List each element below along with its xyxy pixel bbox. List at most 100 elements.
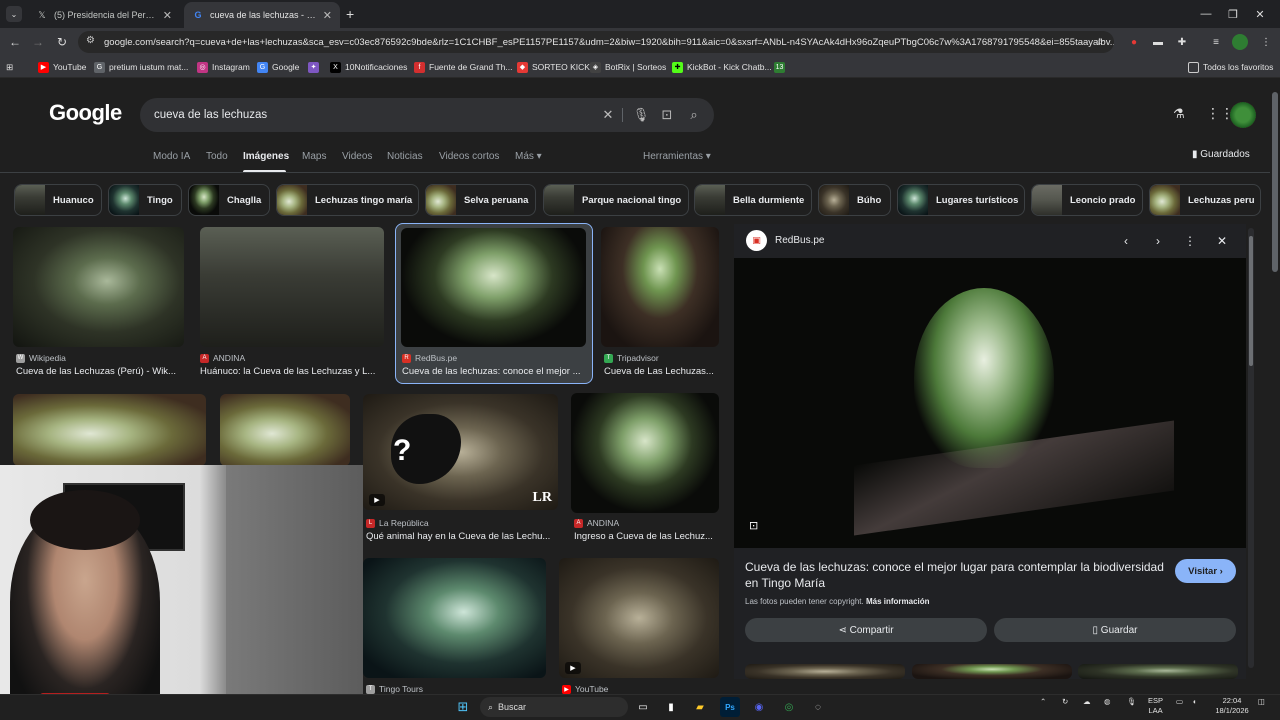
- result-image-3[interactable]: [401, 228, 586, 347]
- result-title-8[interactable]: Ingreso a Cueva de las Lechuz...: [574, 531, 719, 542]
- chip-parque-nacional-tingo[interactable]: Parque nacional tingo: [543, 184, 689, 216]
- tab-maps[interactable]: Maps: [302, 151, 326, 162]
- chip-buho[interactable]: Búho: [818, 184, 891, 216]
- related-image-3[interactable]: [1078, 664, 1238, 679]
- save-button[interactable]: ▯ Guardar: [994, 618, 1236, 642]
- chip-chaglla[interactable]: Chaglla: [188, 184, 270, 216]
- result-title-1[interactable]: Cueva de las Lechuzas (Perú) - Wik...: [16, 366, 184, 377]
- result-image-4[interactable]: [601, 227, 719, 347]
- chip-lechuzas-tingo-maria[interactable]: Lechuzas tingo maría: [276, 184, 419, 216]
- volume-icon[interactable]: ◖: [1192, 697, 1197, 707]
- reload-icon[interactable]: ↻: [52, 32, 72, 52]
- result-title-4[interactable]: Cueva de Las Lechuzas...: [604, 366, 719, 377]
- discord-icon[interactable]: ◉: [749, 697, 769, 717]
- preview-image[interactable]: [734, 258, 1246, 548]
- network-icon[interactable]: ▭: [1176, 697, 1183, 707]
- tray-cloud-icon[interactable]: ☁: [1083, 697, 1091, 707]
- visit-button[interactable]: Visitar ›: [1175, 559, 1236, 583]
- site-info-icon[interactable]: ⚙: [86, 35, 98, 47]
- bookmark-fuente-gta[interactable]: f Fuente de Grand Th...: [414, 59, 512, 75]
- preview-title[interactable]: Cueva de las lechuzas: conoce el mejor l…: [745, 559, 1165, 591]
- result-image-7[interactable]: ? LR ▶: [363, 394, 558, 510]
- app-icon[interactable]: ▮: [661, 697, 681, 717]
- taskbar-search[interactable]: ⌕ Buscar: [480, 697, 628, 717]
- more-info-link[interactable]: Más información: [866, 597, 930, 606]
- related-image-1-thumb[interactable]: [745, 664, 905, 679]
- chip-lugares-turisticos[interactable]: Lugares turísticos: [897, 184, 1025, 216]
- tab-videos-cortos[interactable]: Videos cortos: [439, 151, 499, 162]
- result-title-3[interactable]: Cueva de las lechuzas: conoce el mejor .…: [402, 366, 586, 377]
- related-image-2[interactable]: [912, 664, 1072, 679]
- extension-icon[interactable]: ▬: [1150, 34, 1166, 50]
- task-view-icon[interactable]: ▭: [633, 697, 653, 717]
- close-icon[interactable]: ✕: [323, 9, 332, 22]
- new-tab-button[interactable]: +: [346, 6, 354, 22]
- file-explorer-icon[interactable]: ▰: [690, 697, 710, 717]
- tray-sync-icon[interactable]: ↻: [1062, 697, 1068, 707]
- extension-red-icon[interactable]: ●: [1126, 34, 1142, 50]
- bookmark-instagram[interactable]: ◎ Instagram: [197, 59, 250, 75]
- all-bookmarks[interactable]: Todos los favoritos: [1188, 59, 1273, 75]
- apps-grid-icon[interactable]: ⊞: [6, 59, 13, 75]
- close-preview-icon[interactable]: ✕: [1213, 232, 1231, 250]
- language-indicator[interactable]: ESP LAA: [1148, 696, 1163, 716]
- result-image-10[interactable]: ▶: [559, 558, 719, 678]
- tray-shield-icon[interactable]: ◍: [1104, 697, 1111, 707]
- tab-todo[interactable]: Todo: [206, 151, 228, 162]
- bookmark-google[interactable]: G Google: [257, 59, 299, 75]
- close-icon[interactable]: ✕: [163, 9, 172, 22]
- preview-source[interactable]: RedBus.pe: [775, 235, 824, 246]
- menu-kebab-icon[interactable]: ⋮: [1258, 34, 1274, 50]
- tab-imagenes[interactable]: Imágenes: [243, 151, 289, 162]
- bookmark-kickbot[interactable]: ✚ KickBot - Kick Chatb...: [672, 59, 772, 75]
- chip-huanuco[interactable]: Huanuco: [14, 184, 102, 216]
- bookmark-13[interactable]: 13: [774, 59, 789, 75]
- tab-google-search[interactable]: G cueva de las lechuzas - Buscar c ✕: [184, 2, 340, 28]
- chip-lechuzas-peru[interactable]: Lechuzas peru: [1149, 184, 1261, 216]
- google-logo[interactable]: Google: [49, 100, 122, 126]
- labs-flask-icon[interactable]: ⚗: [1173, 106, 1185, 122]
- previous-icon[interactable]: ‹: [1117, 232, 1135, 250]
- tab-search-icon[interactable]: ⌄: [6, 6, 22, 22]
- next-icon[interactable]: ›: [1149, 232, 1167, 250]
- search-input[interactable]: cueva de las lechuzas: [140, 98, 714, 132]
- clock[interactable]: 22:04 18/1/2026: [1212, 696, 1252, 716]
- result-image-2[interactable]: [200, 227, 384, 347]
- bookmark-youtube[interactable]: ▶ YouTube: [38, 59, 86, 75]
- result-title-7[interactable]: Qué animal hay en la Cueva de las Lechu.…: [366, 531, 556, 542]
- windows-start-icon[interactable]: ⊞: [453, 697, 473, 717]
- bookmark-star-icon[interactable]: ☆: [1092, 34, 1108, 50]
- result-image-9[interactable]: [363, 558, 546, 678]
- tab-presidencia[interactable]: 𝕏 (5) Presidencia del Perú 🇵🇪 (@p ✕: [28, 2, 180, 28]
- more-options-icon[interactable]: ⋮: [1181, 232, 1199, 250]
- bookmark-sorteo-kick[interactable]: ◆ SORTEO KICK: [517, 59, 590, 75]
- address-bar[interactable]: google.com/search?q=cueva+de+las+lechuza…: [78, 31, 1114, 53]
- tools-button[interactable]: Herramientas ▾: [643, 151, 711, 162]
- bookmark-botrix[interactable]: ◈ BotRix | Sorteos: [590, 59, 666, 75]
- lens-search-icon[interactable]: ⊡: [749, 519, 763, 533]
- google-lens-icon[interactable]: ⊡: [658, 106, 676, 124]
- tray-mic-icon[interactable]: 🎙: [1127, 697, 1137, 707]
- back-icon[interactable]: ←: [5, 32, 25, 52]
- result-image-5[interactable]: [13, 394, 206, 466]
- chip-tingo[interactable]: Tingo: [108, 184, 182, 216]
- chip-bella-durmiente[interactable]: Bella durmiente: [694, 184, 812, 216]
- tab-videos[interactable]: Videos: [342, 151, 372, 162]
- bookmark-notificaciones[interactable]: X 10Notificaciones: [330, 59, 407, 75]
- puzzle-icon[interactable]: ✚: [1174, 34, 1190, 50]
- forward-icon[interactable]: →: [28, 32, 48, 52]
- close-window-icon[interactable]: ✕: [1240, 4, 1280, 24]
- result-image-6[interactable]: [220, 394, 350, 466]
- media-icon[interactable]: ≡: [1208, 34, 1224, 50]
- result-image-1[interactable]: [13, 227, 184, 347]
- photoshop-icon[interactable]: Ps: [720, 697, 740, 717]
- chrome-icon[interactable]: ◎: [779, 697, 799, 717]
- tab-noticias[interactable]: Noticias: [387, 151, 423, 162]
- share-button[interactable]: ⋖ Compartir: [745, 618, 987, 642]
- result-image-8[interactable]: [571, 393, 719, 513]
- search-icon[interactable]: ⌕: [685, 106, 703, 124]
- saved-button[interactable]: ▮ Guardados: [1192, 149, 1250, 160]
- chip-leoncio-prado[interactable]: Leoncio prado: [1031, 184, 1143, 216]
- notifications-icon[interactable]: ◫: [1258, 697, 1265, 707]
- tab-mas[interactable]: Más ▾: [515, 151, 542, 162]
